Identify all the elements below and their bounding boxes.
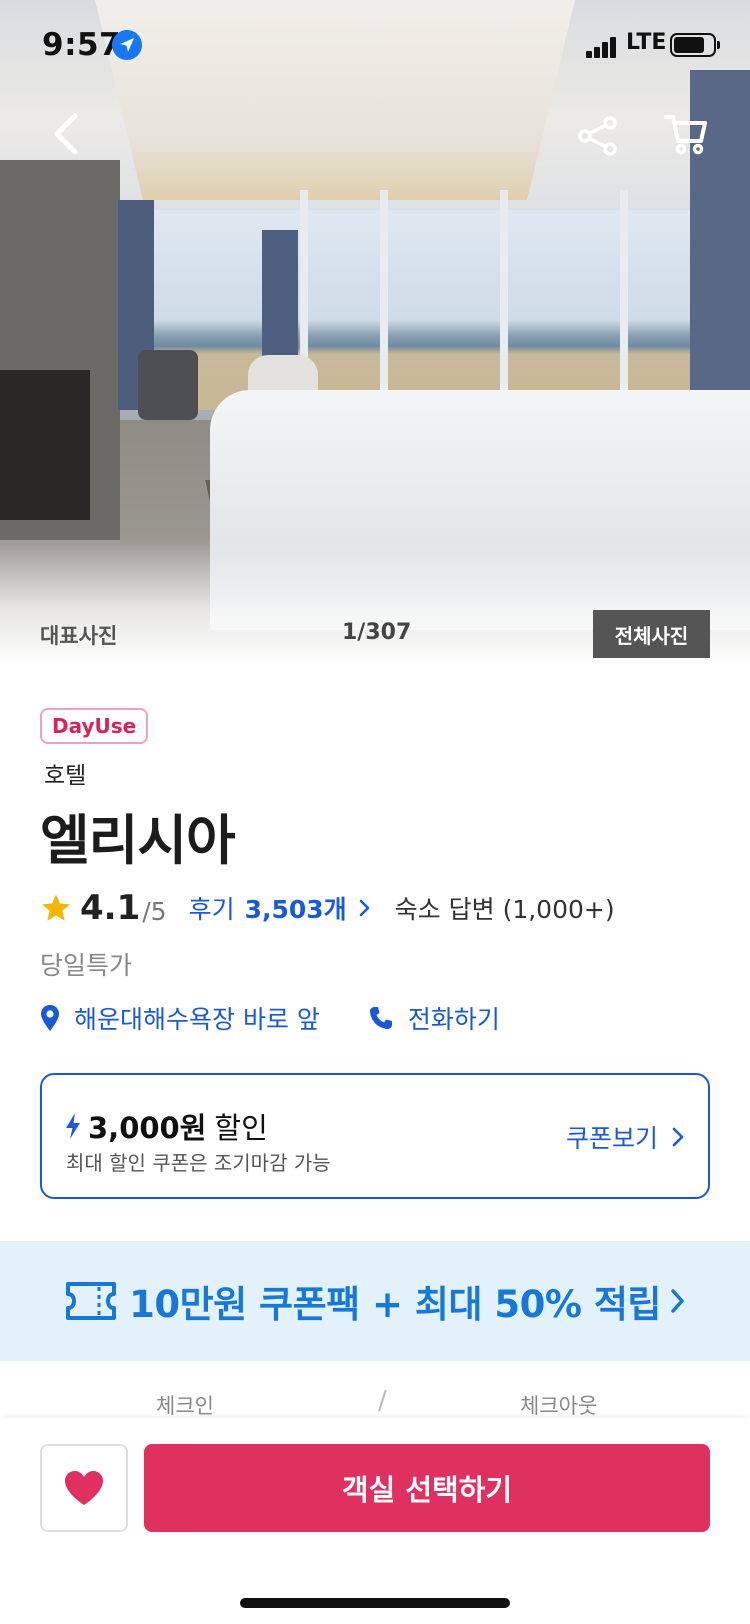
lightning-icon xyxy=(66,1113,80,1139)
hero-photo[interactable] xyxy=(0,0,750,668)
date-divider: / xyxy=(378,1386,387,1416)
battery-icon xyxy=(670,33,720,57)
signal-icon xyxy=(586,36,618,58)
photo-desk xyxy=(0,370,90,520)
heart-icon xyxy=(65,1471,103,1505)
photo-counter: 1/307 xyxy=(342,620,412,645)
page-title: 엘리시아 xyxy=(40,809,236,872)
reviews-count: 3,503개 xyxy=(244,895,347,924)
call-label: 전화하기 xyxy=(407,1005,500,1034)
location-link[interactable]: 해운대해수욕장 바로 앞 xyxy=(40,1000,320,1036)
phone-icon xyxy=(369,1007,392,1029)
coupon-note: 최대 할인 쿠폰은 조기마감 가능 xyxy=(66,1151,331,1175)
wishlist-button[interactable] xyxy=(40,1444,128,1532)
status-time: 9:57 xyxy=(42,27,122,63)
bottom-action-bar: 객실 선택하기 xyxy=(0,1418,750,1624)
coupon-headline: 3,000원 할인 xyxy=(64,1105,268,1147)
cart-icon xyxy=(664,115,707,155)
dayuse-badge: DayUse xyxy=(40,708,149,744)
checkin-label[interactable]: 체크인 xyxy=(156,1390,214,1420)
star-icon xyxy=(42,894,70,921)
ticket-icon xyxy=(66,1282,117,1320)
promo-text: 10만원 쿠폰팩 + 최대 50% 적립 xyxy=(129,1283,661,1326)
coupon-suffix: 할인 xyxy=(214,1111,268,1145)
back-button[interactable] xyxy=(38,106,94,162)
share-button[interactable] xyxy=(570,108,626,164)
coupon-view-link[interactable]: 쿠폰보기 xyxy=(566,1119,684,1155)
reviews-link[interactable]: 후기 3,503개 xyxy=(189,890,371,926)
chevron-right-icon xyxy=(359,899,369,917)
all-photos-button[interactable]: 전체사진 xyxy=(593,610,710,658)
location-arrow-icon xyxy=(112,30,142,60)
reviews-label: 후기 xyxy=(188,895,235,924)
photo-chair xyxy=(138,350,198,420)
rating-score: 4.1 xyxy=(80,888,141,928)
checkout-label[interactable]: 체크아웃 xyxy=(520,1390,597,1420)
links-row: 해운대해수욕장 바로 앞 전화하기 xyxy=(40,998,500,1038)
rating-max: /5 xyxy=(142,896,167,926)
rating-row: 4.1 /5 후기 3,503개 숙소 답변 (1,000+) xyxy=(40,886,615,930)
deal-label: 당일특가 xyxy=(40,951,133,980)
photo-mullion xyxy=(380,190,388,420)
chevron-right-icon xyxy=(671,1289,684,1313)
status-bar: 9:57 LTE xyxy=(0,0,750,90)
pin-icon xyxy=(41,1005,59,1031)
coupon-link-label: 쿠폰보기 xyxy=(565,1124,658,1153)
chevron-right-icon xyxy=(672,1127,684,1147)
photo-mullion xyxy=(500,190,508,420)
network-type: LTE xyxy=(626,30,667,55)
back-icon xyxy=(54,113,78,155)
promo-banner[interactable]: 10만원 쿠폰팩 + 최대 50% 적립 xyxy=(0,1241,750,1361)
location-label: 해운대해수욕장 바로 앞 xyxy=(74,1005,320,1034)
coupon-card[interactable]: 3,000원 할인 최대 할인 쿠폰은 조기마감 가능 쿠폰보기 xyxy=(40,1073,710,1199)
select-room-button[interactable]: 객실 선택하기 xyxy=(144,1444,710,1532)
date-selector[interactable]: 체크인 / 체크아웃 xyxy=(0,1384,750,1420)
photo-mullion xyxy=(620,190,628,420)
cart-button[interactable] xyxy=(658,106,714,162)
photo-caption: 대표사진 xyxy=(40,624,118,648)
call-button[interactable]: 전화하기 xyxy=(368,1000,500,1036)
home-indicator[interactable] xyxy=(240,1598,510,1608)
coupon-amount: 3,000원 xyxy=(88,1111,207,1145)
share-icon xyxy=(578,116,617,156)
host-answers[interactable]: 숙소 답변 (1,000+) xyxy=(395,890,615,926)
hotel-category: 호텔 xyxy=(44,763,87,789)
